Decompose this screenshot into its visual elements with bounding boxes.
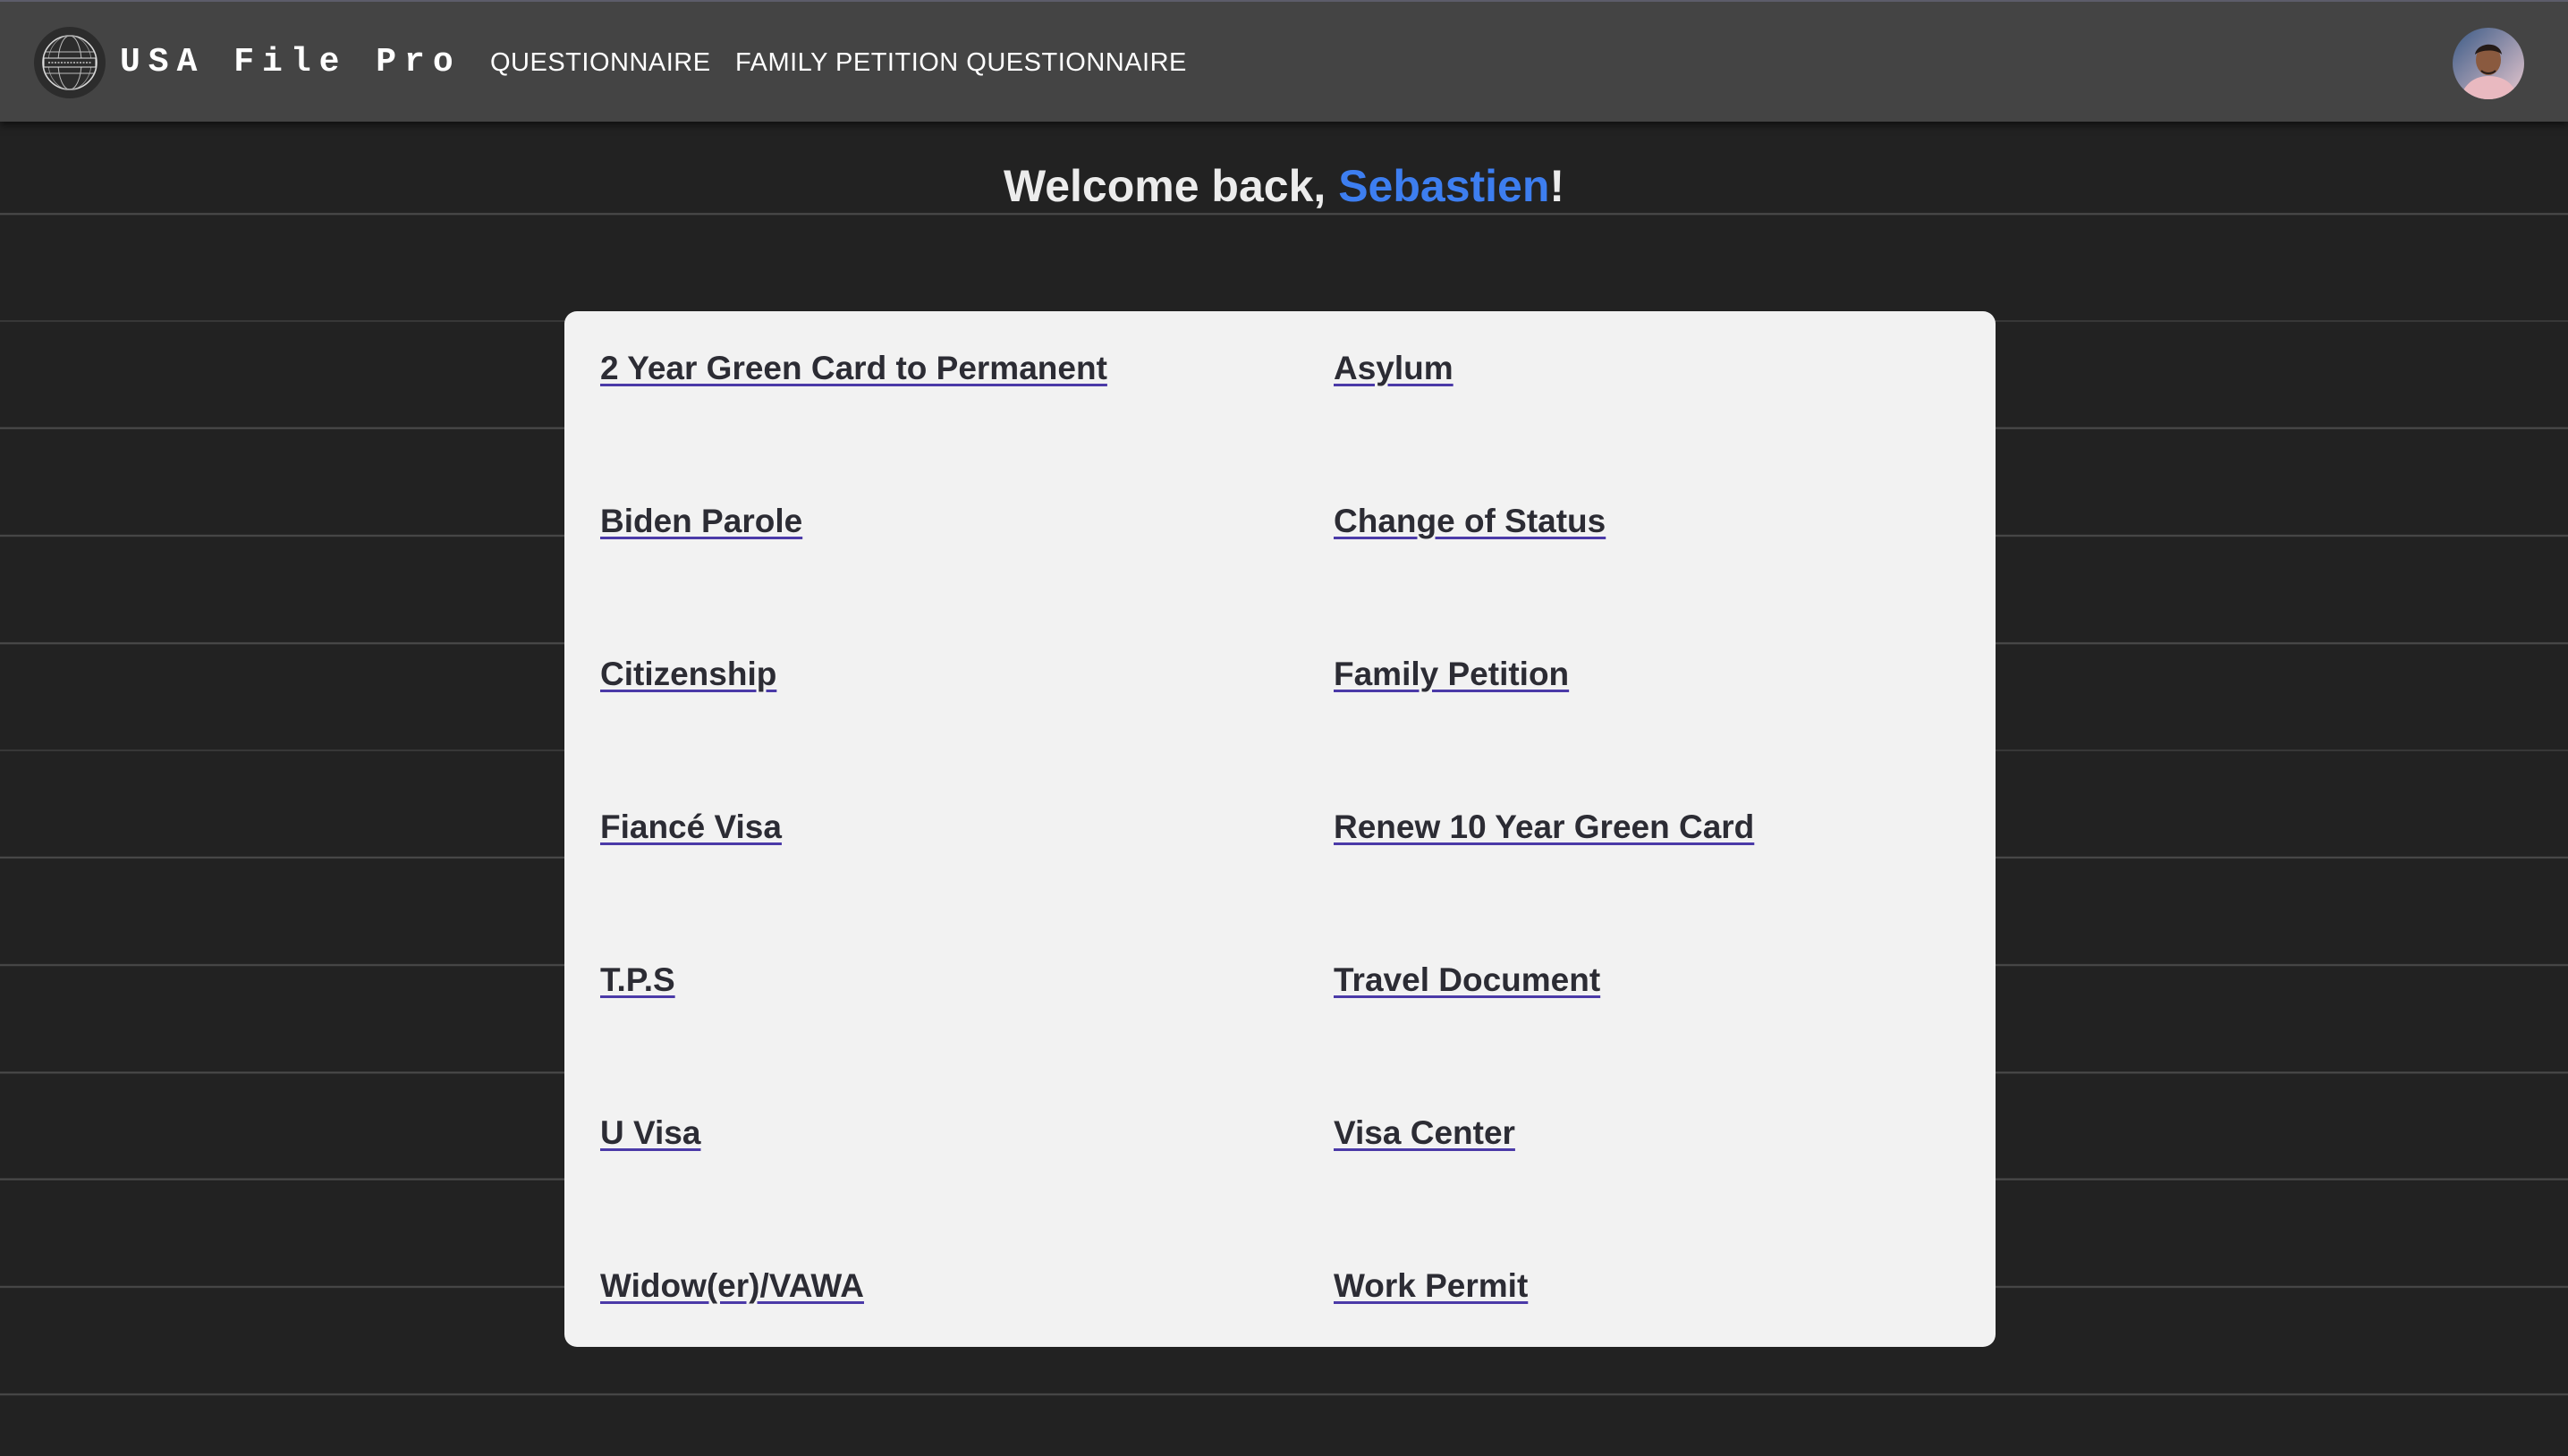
services-card: 2 Year Green Card to Permanent Asylum Bi…: [564, 311, 1996, 1347]
logo-globe-graphic: [42, 35, 97, 90]
welcome-suffix: !: [1549, 161, 1565, 211]
link-2-year-green-card-to-permanent[interactable]: 2 Year Green Card to Permanent: [600, 349, 1107, 388]
welcome-prefix: Welcome back,: [1003, 161, 1339, 211]
link-asylum[interactable]: Asylum: [1334, 349, 1454, 388]
link-tps[interactable]: T.P.S: [600, 961, 675, 1000]
avatar-portrait-graphic: [2453, 28, 2524, 99]
brand-name[interactable]: USA File Pro: [120, 41, 462, 84]
link-family-petition[interactable]: Family Petition: [1334, 655, 1569, 694]
globe-seal-icon[interactable]: [34, 27, 106, 98]
top-navbar: USA File Pro QUESTIONNAIRE FAMILY PETITI…: [0, 0, 2568, 122]
link-visa-center[interactable]: Visa Center: [1334, 1113, 1515, 1153]
link-u-visa[interactable]: U Visa: [600, 1113, 700, 1153]
user-avatar-icon[interactable]: [2453, 28, 2524, 99]
link-fiance-visa[interactable]: Fiancé Visa: [600, 808, 782, 847]
link-widower-vawa[interactable]: Widow(er)/VAWA: [600, 1266, 864, 1306]
nav-questionnaire[interactable]: QUESTIONNAIRE: [490, 47, 711, 79]
link-citizenship[interactable]: Citizenship: [600, 655, 776, 694]
link-travel-document[interactable]: Travel Document: [1334, 961, 1600, 1000]
link-biden-parole[interactable]: Biden Parole: [600, 502, 802, 541]
link-renew-10-year-green-card[interactable]: Renew 10 Year Green Card: [1334, 808, 1754, 847]
welcome-username: Sebastien: [1338, 161, 1550, 211]
welcome-heading: Welcome back, Sebastien!: [0, 150, 2568, 222]
nav-family-petition-questionnaire[interactable]: FAMILY PETITION QUESTIONNAIRE: [735, 47, 1187, 79]
link-change-of-status[interactable]: Change of Status: [1334, 502, 1606, 541]
link-work-permit[interactable]: Work Permit: [1334, 1266, 1528, 1306]
